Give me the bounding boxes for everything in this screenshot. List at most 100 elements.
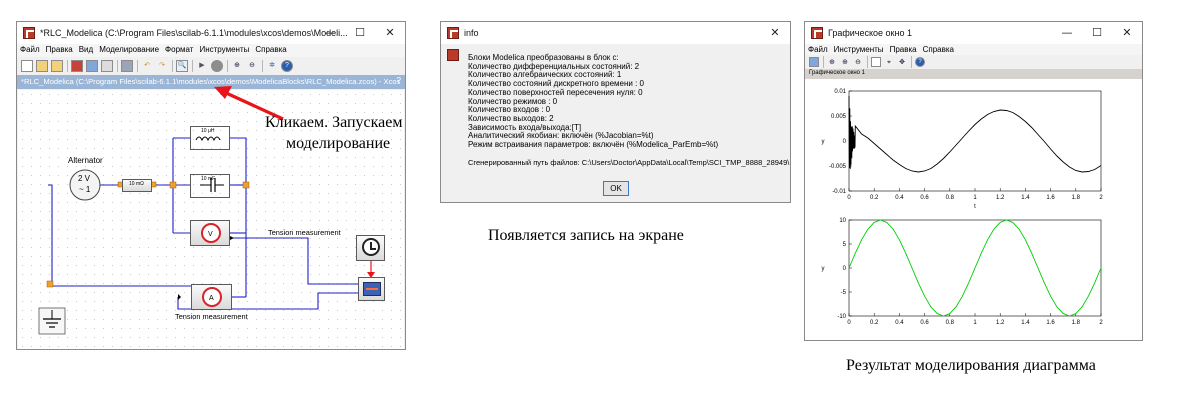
x-tick-label: 0	[847, 195, 851, 201]
x-tick-label: 0.2	[870, 320, 879, 326]
x-tick-label: 1.2	[996, 320, 1005, 326]
help-icon[interactable]: ?	[281, 60, 293, 72]
x-tick-label: 0.8	[946, 195, 955, 201]
ok-button[interactable]: OK	[603, 181, 629, 196]
close-button[interactable]: ✕	[375, 22, 405, 44]
click-annotation-line1: Кликаем. Запускаем	[265, 114, 403, 131]
graphic-maximize-button[interactable]: ☐	[1082, 22, 1112, 44]
graphic-titlebar[interactable]: Графическое окно 1 — ☐ ✕	[805, 22, 1142, 44]
port[interactable]	[46, 280, 54, 288]
ammeter-label: A	[209, 295, 214, 302]
wire[interactable]	[230, 237, 358, 285]
stop-simulation-icon[interactable]	[211, 60, 223, 72]
x-tick-label: 0	[847, 320, 851, 326]
inductor-label: 10 μH	[201, 128, 215, 134]
new-file-icon[interactable]	[21, 60, 33, 72]
maximize-button[interactable]: ☐	[345, 22, 375, 44]
y-tick-label: 0.01	[834, 89, 846, 95]
scope-block[interactable]	[358, 277, 385, 301]
zoom-out-icon[interactable]: ⊖	[246, 60, 258, 72]
x-tick-label: 0.4	[895, 320, 904, 326]
zoom-out-icon[interactable]: ⊖	[853, 56, 863, 67]
tension-label-1: Tension measurement	[268, 228, 341, 237]
print-icon[interactable]	[101, 60, 113, 72]
settings-icon[interactable]: ✲	[266, 60, 278, 72]
menu-tools[interactable]: Инструменты	[196, 44, 252, 57]
menu-edit[interactable]: Правка	[43, 44, 76, 57]
menu-file[interactable]: Файл	[17, 44, 43, 57]
graphic-help-icon[interactable]: ?	[915, 56, 925, 67]
zoom-in-icon[interactable]: ⊕	[231, 60, 243, 72]
clock-block[interactable]	[356, 235, 385, 261]
y-tick-label: 0	[843, 266, 847, 272]
graphic-minimize-button[interactable]: —	[1052, 22, 1082, 44]
output-arrow	[178, 294, 181, 300]
x-axis-label: t	[974, 204, 976, 210]
start-simulation-icon[interactable]: ▶	[196, 60, 208, 72]
voltmeter-block[interactable]: V	[190, 220, 230, 246]
info-message: Блоки Modelica преобразованы в блок с: К…	[468, 53, 789, 167]
tab-help-icon[interactable]: ?	[397, 76, 401, 85]
menu-view[interactable]: Вид	[76, 44, 96, 57]
x-tick-label: 0.8	[946, 320, 955, 326]
x-tick-label: 1.4	[1021, 320, 1030, 326]
info-annotation: Появляется запись на экране	[488, 227, 684, 244]
output-arrow	[230, 236, 234, 240]
y-tick-label: 0.005	[831, 114, 847, 120]
info-titlebar[interactable]: info ✕	[441, 22, 790, 44]
graphic-app-icon	[811, 27, 823, 39]
y-axis-label: y	[822, 139, 825, 145]
xcos-titlebar[interactable]: *RLC_Modelica (C:\Program Files\scilab-6…	[17, 22, 405, 44]
graphic-close-button[interactable]: ✕	[1112, 22, 1142, 44]
result-annotation: Результат моделирования диаграмма	[846, 357, 1096, 374]
info-close-button[interactable]: ✕	[760, 22, 790, 44]
pan-icon[interactable]: ✥	[897, 56, 907, 67]
undo-icon[interactable]: ↶	[141, 60, 153, 72]
datatip-icon[interactable]: ⌖	[884, 56, 894, 67]
menu-format[interactable]: Формат	[162, 44, 196, 57]
rotate-icon[interactable]	[809, 56, 819, 67]
x-tick-label: 1	[973, 195, 977, 201]
graphic-window-title: Графическое окно 1	[828, 28, 912, 38]
save-icon[interactable]	[71, 60, 83, 72]
compile-icon[interactable]: 🔍	[176, 60, 188, 72]
open-folder-icon[interactable]	[36, 60, 48, 72]
x-tick-label: 0.2	[870, 195, 879, 201]
y-tick-label: -0.01	[832, 189, 846, 195]
zoom-in-icon[interactable]: ⊕	[840, 56, 850, 67]
ammeter-block[interactable]: A	[191, 284, 232, 310]
wire[interactable]	[48, 184, 53, 286]
port[interactable]	[242, 181, 250, 189]
minimize-button[interactable]: —	[315, 22, 345, 44]
zoom-icon[interactable]: ⊕	[827, 56, 837, 67]
info-title: info	[464, 28, 479, 38]
menu-simulation[interactable]: Моделирование	[96, 44, 162, 57]
y-tick-label: 10	[839, 218, 846, 224]
open-file-icon[interactable]	[51, 60, 63, 72]
graphic-toolbar: ⊕ ⊕ ⊖ ⌖ ✥ ?	[805, 55, 1142, 68]
info-dialog: info ✕ Блоки Modelica преобразованы в бл…	[440, 21, 791, 203]
info-app-icon	[447, 27, 459, 39]
save-as-icon[interactable]	[86, 60, 98, 72]
palette-browser-icon[interactable]	[121, 60, 133, 72]
graphic-subtitle-bar: Графическое окно 1	[805, 69, 1142, 79]
info-line: Режим встраивания параметров: включён (%…	[468, 140, 719, 150]
graphic-subtitle: Графическое окно 1	[809, 70, 865, 76]
port[interactable]	[169, 181, 177, 189]
menu-help[interactable]: Справка	[252, 44, 289, 57]
window-icon[interactable]	[871, 56, 881, 67]
xcos-window-title: *RLC_Modelica (C:\Program Files\scilab-6…	[40, 28, 348, 38]
y-axis-label: y	[822, 266, 825, 272]
wire[interactable]	[230, 137, 247, 297]
y-tick-label: -0.005	[829, 164, 847, 170]
x-tick-label: 1.2	[996, 195, 1005, 201]
x-tick-label: 0.4	[895, 195, 904, 201]
tension-label-2: Tension measurement	[175, 312, 248, 321]
x-tick-label: 1.6	[1046, 195, 1055, 201]
diagram-tab-header[interactable]: *RLC_Modelica (C:\Program Files\scilab-6…	[17, 75, 405, 89]
plot-area: 0 0.2 0.4 0.6 0.8 1 1.2 1.4 1.6 1.8 2 -0.01 -0.005 0 0…	[805, 79, 1142, 340]
alternator-label: Alternator	[68, 156, 103, 165]
plots-svg: 0 0.2 0.4 0.6 0.8 1 1.2 1.4 1.6 1.8 2 -0.01 -0.005 0 0…	[822, 89, 1104, 326]
scilab-app-icon	[23, 27, 35, 39]
redo-icon[interactable]: ↷	[156, 60, 168, 72]
